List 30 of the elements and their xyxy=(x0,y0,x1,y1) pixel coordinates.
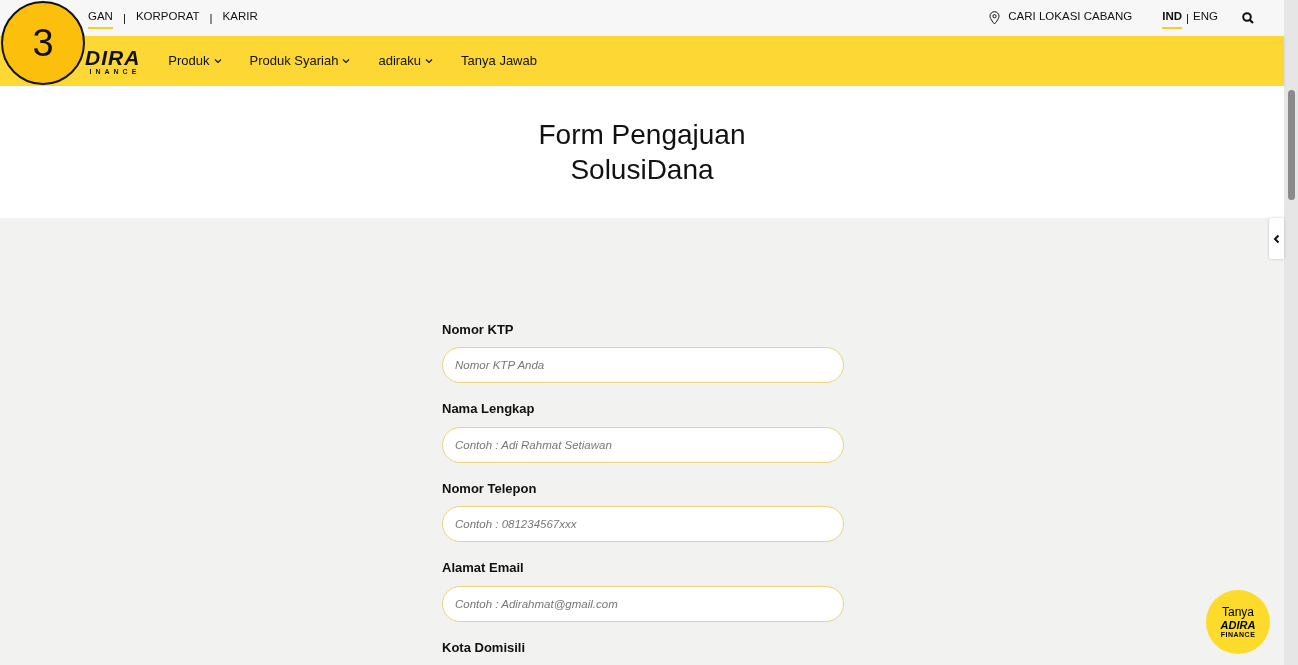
collapse-tab[interactable] xyxy=(1269,218,1284,259)
nav-link[interactable]: Produk Syariah xyxy=(249,51,351,71)
field-label: Nama Lengkap xyxy=(442,400,536,418)
language-link[interactable]: ENG xyxy=(1193,7,1218,29)
divider-text: | xyxy=(1186,10,1190,26)
nav-link[interactable]: adiraku xyxy=(378,51,434,71)
field-label: Alamat Email xyxy=(442,559,525,577)
logo-text: DIRA xyxy=(85,47,141,69)
input-field[interactable]: Contoh : Adi Rahmat Setiawan xyxy=(442,426,844,463)
top-link[interactable]: KARIR xyxy=(222,7,258,29)
field-label: Kota Domisili xyxy=(442,638,527,657)
nav-link[interactable]: Produk xyxy=(168,51,222,71)
page-title: SolusiDana xyxy=(570,152,714,187)
language-link[interactable]: IND xyxy=(1162,7,1183,29)
field-label: Nomor Telepon xyxy=(442,479,538,498)
input-field[interactable]: Contoh : Adirahmat@gmail.com xyxy=(442,585,844,622)
divider-text: | xyxy=(122,10,126,26)
chevron-left-icon xyxy=(1273,233,1280,244)
field-label: Nomor KTP xyxy=(442,320,515,339)
location-pin-icon xyxy=(989,11,1001,26)
top-link[interactable]: KORPORAT xyxy=(135,7,200,29)
search-icon[interactable] xyxy=(1242,12,1254,25)
page-title: Form Pengajuan xyxy=(538,117,746,152)
divider-text: | xyxy=(209,10,213,26)
top-link[interactable]: GAN xyxy=(88,7,113,29)
scrollbar-thumb[interactable] xyxy=(1287,90,1295,200)
input-field[interactable]: Contoh : 081234567xxx xyxy=(442,506,844,542)
input-field[interactable]: Nomor KTP Anda xyxy=(442,347,844,383)
branch-locator-link[interactable]: CARI LOKASI CABANG xyxy=(1008,7,1133,29)
nav-link[interactable]: Tanya Jawab xyxy=(461,51,537,71)
